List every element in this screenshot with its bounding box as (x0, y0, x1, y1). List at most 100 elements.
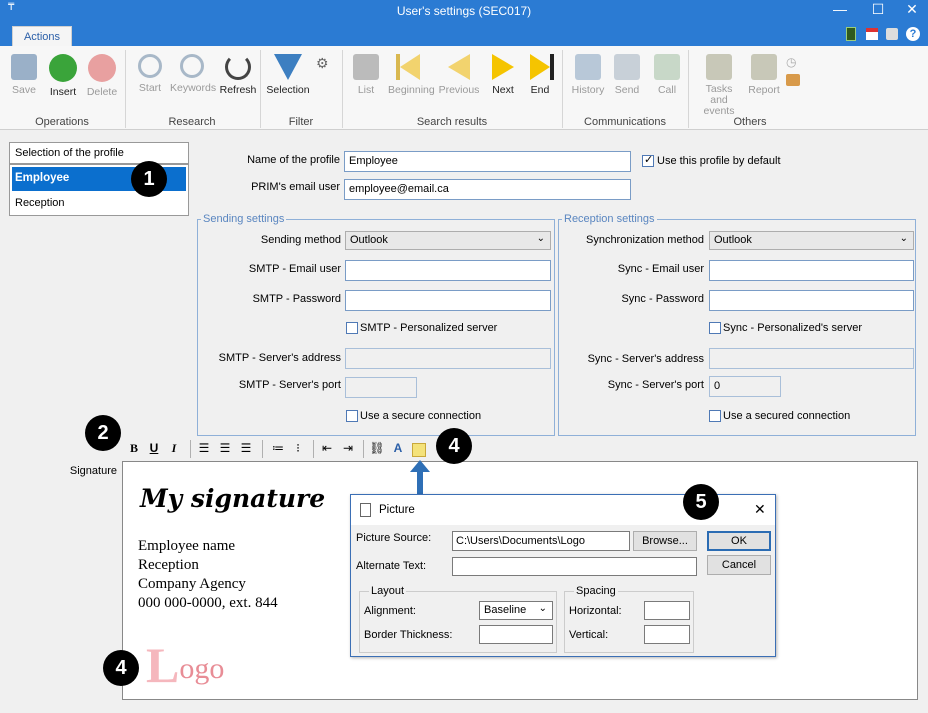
inbox-icon[interactable] (786, 74, 800, 86)
align-left-icon[interactable]: ☰ (196, 441, 212, 455)
smtp-address-label: SMTP - Server's address (218, 352, 341, 364)
font-color-icon[interactable]: A (390, 441, 406, 455)
selection-button[interactable]: Selection (266, 54, 310, 96)
horizontal-input[interactable] (644, 601, 690, 620)
lock-icon[interactable] (886, 28, 898, 40)
callout-badge: 2 (85, 415, 121, 451)
chevron-down-icon: ⌄ (899, 233, 908, 244)
maximize-button[interactable]: ☐ (866, 1, 890, 18)
report-button[interactable]: Report (742, 54, 786, 96)
smtp-password-input[interactable] (345, 290, 551, 311)
picture-source-input[interactable]: C:\Users\Documents\Logo (452, 531, 630, 551)
smtp-user-input[interactable] (345, 260, 551, 281)
bold-button[interactable]: B (126, 441, 142, 456)
send-button[interactable]: Send (605, 54, 649, 96)
ribbon-tab-bar: ? (0, 22, 928, 46)
ok-button[interactable]: OK (707, 531, 771, 551)
sync-personalized-checkbox[interactable] (709, 322, 721, 334)
x-circle-icon (88, 54, 116, 82)
picture-source-label: Picture Source: (356, 532, 432, 544)
align-center-icon[interactable]: ☰ (217, 441, 233, 455)
save-icon (11, 54, 37, 80)
sync-method-select[interactable]: Outlook ⌄ (709, 231, 914, 250)
alignment-select[interactable]: Baseline ⌄ (479, 601, 553, 620)
signature-label: Signature (69, 465, 117, 477)
smtp-port-input[interactable] (345, 377, 417, 398)
indent-icon[interactable]: ⇥ (340, 441, 356, 455)
ribbon-button-label: Selection (266, 84, 310, 96)
list-button[interactable]: List (344, 54, 388, 96)
bullet-list-icon[interactable]: ⁝ (290, 441, 306, 455)
alternate-text-input[interactable] (452, 557, 697, 576)
start-button[interactable]: Start (128, 54, 172, 94)
beginning-button[interactable]: Beginning (388, 54, 435, 96)
alignment-label: Alignment: (364, 605, 416, 617)
profile-name-input[interactable]: Employee (344, 151, 631, 172)
sync-address-input[interactable] (709, 348, 914, 369)
close-button[interactable]: ✕ (900, 1, 924, 18)
profile-list-header: Selection of the profile (9, 142, 189, 164)
browse-button[interactable]: Browse... (633, 531, 697, 551)
insert-picture-icon[interactable] (412, 443, 426, 457)
save-button[interactable]: Save (2, 54, 46, 96)
sync-password-input[interactable] (709, 290, 914, 311)
border-thickness-input[interactable] (479, 625, 553, 644)
smtp-user-label: SMTP - Email user (248, 263, 341, 275)
secured-connection-checkbox[interactable] (709, 410, 721, 422)
previous-button[interactable]: Previous (437, 54, 481, 96)
plus-circle-icon (49, 54, 77, 82)
help-icon[interactable]: ? (906, 27, 920, 41)
call-button[interactable]: Call (645, 54, 689, 96)
align-right-icon[interactable]: ☰ (238, 441, 254, 455)
calendar-icon[interactable] (866, 28, 878, 40)
use-default-label: Use this profile by default (657, 155, 781, 167)
picture-dialog: Picture ✕ Picture Source: C:\Users\Docum… (350, 494, 776, 657)
link-icon[interactable]: ⛓ (369, 441, 385, 455)
underline-button[interactable]: U (146, 441, 162, 455)
refresh-button[interactable]: Refresh (216, 54, 260, 96)
keywords-button[interactable]: Keywords (170, 54, 216, 94)
outdent-icon[interactable]: ⇤ (319, 441, 335, 455)
insert-button[interactable]: Insert (41, 54, 85, 98)
use-default-checkbox[interactable]: ✓ (642, 154, 654, 167)
tasks-and-events-button[interactable]: Tasks and events (697, 54, 741, 117)
delete-button[interactable]: Delete (80, 54, 124, 98)
title-bar: ₸ User's settings (SEC017) — ☐ ✕ (0, 0, 928, 22)
callout-badge: 5 (683, 484, 719, 520)
numbered-list-icon[interactable]: ≔ (270, 441, 286, 455)
phone-icon (654, 54, 680, 80)
layout-legend: Layout (369, 585, 407, 597)
calculator-icon[interactable] (846, 27, 856, 41)
dialog-close-button[interactable]: ✕ (754, 501, 766, 518)
tab-actions[interactable]: Actions (12, 26, 72, 46)
italic-button[interactable]: I (166, 441, 182, 456)
filter-settings-gear-icon[interactable]: ⚙ (316, 55, 329, 72)
sending-method-label: Sending method (260, 234, 341, 246)
spacing-legend: Spacing (574, 585, 618, 597)
border-thickness-label: Border Thickness: (364, 629, 453, 641)
sending-method-select[interactable]: Outlook ⌄ (345, 231, 551, 250)
sync-address-label: Sync - Server's address (587, 353, 704, 365)
ribbon-button-label: Call (657, 84, 677, 96)
sync-port-input[interactable]: 0 (709, 376, 781, 397)
dialog-title: Picture (379, 504, 415, 516)
smtp-address-input[interactable] (345, 348, 551, 369)
clock-icon[interactable]: ◷ (786, 55, 796, 69)
sending-settings-legend: Sending settings (201, 213, 287, 225)
sync-user-label: Sync - Email user (617, 263, 704, 275)
cancel-button[interactable]: Cancel (707, 555, 771, 575)
history-button[interactable]: History (566, 54, 610, 96)
secure-connection-checkbox[interactable] (346, 410, 358, 422)
signature-line: Employee name (138, 538, 236, 554)
vertical-input[interactable] (644, 625, 690, 644)
report-icon (751, 54, 777, 80)
callout-badge: 4 (103, 650, 139, 686)
sync-user-input[interactable] (709, 260, 914, 281)
minimize-button[interactable]: — (828, 1, 852, 17)
email-user-input[interactable]: employee@email.ca (344, 179, 631, 200)
profile-item-reception[interactable]: Reception (12, 193, 186, 215)
end-button[interactable]: End (518, 54, 562, 96)
secured-connection-label: Use a secured connection (723, 410, 851, 422)
smtp-personalized-checkbox[interactable] (346, 322, 358, 334)
group-communications: Communications (584, 116, 666, 128)
